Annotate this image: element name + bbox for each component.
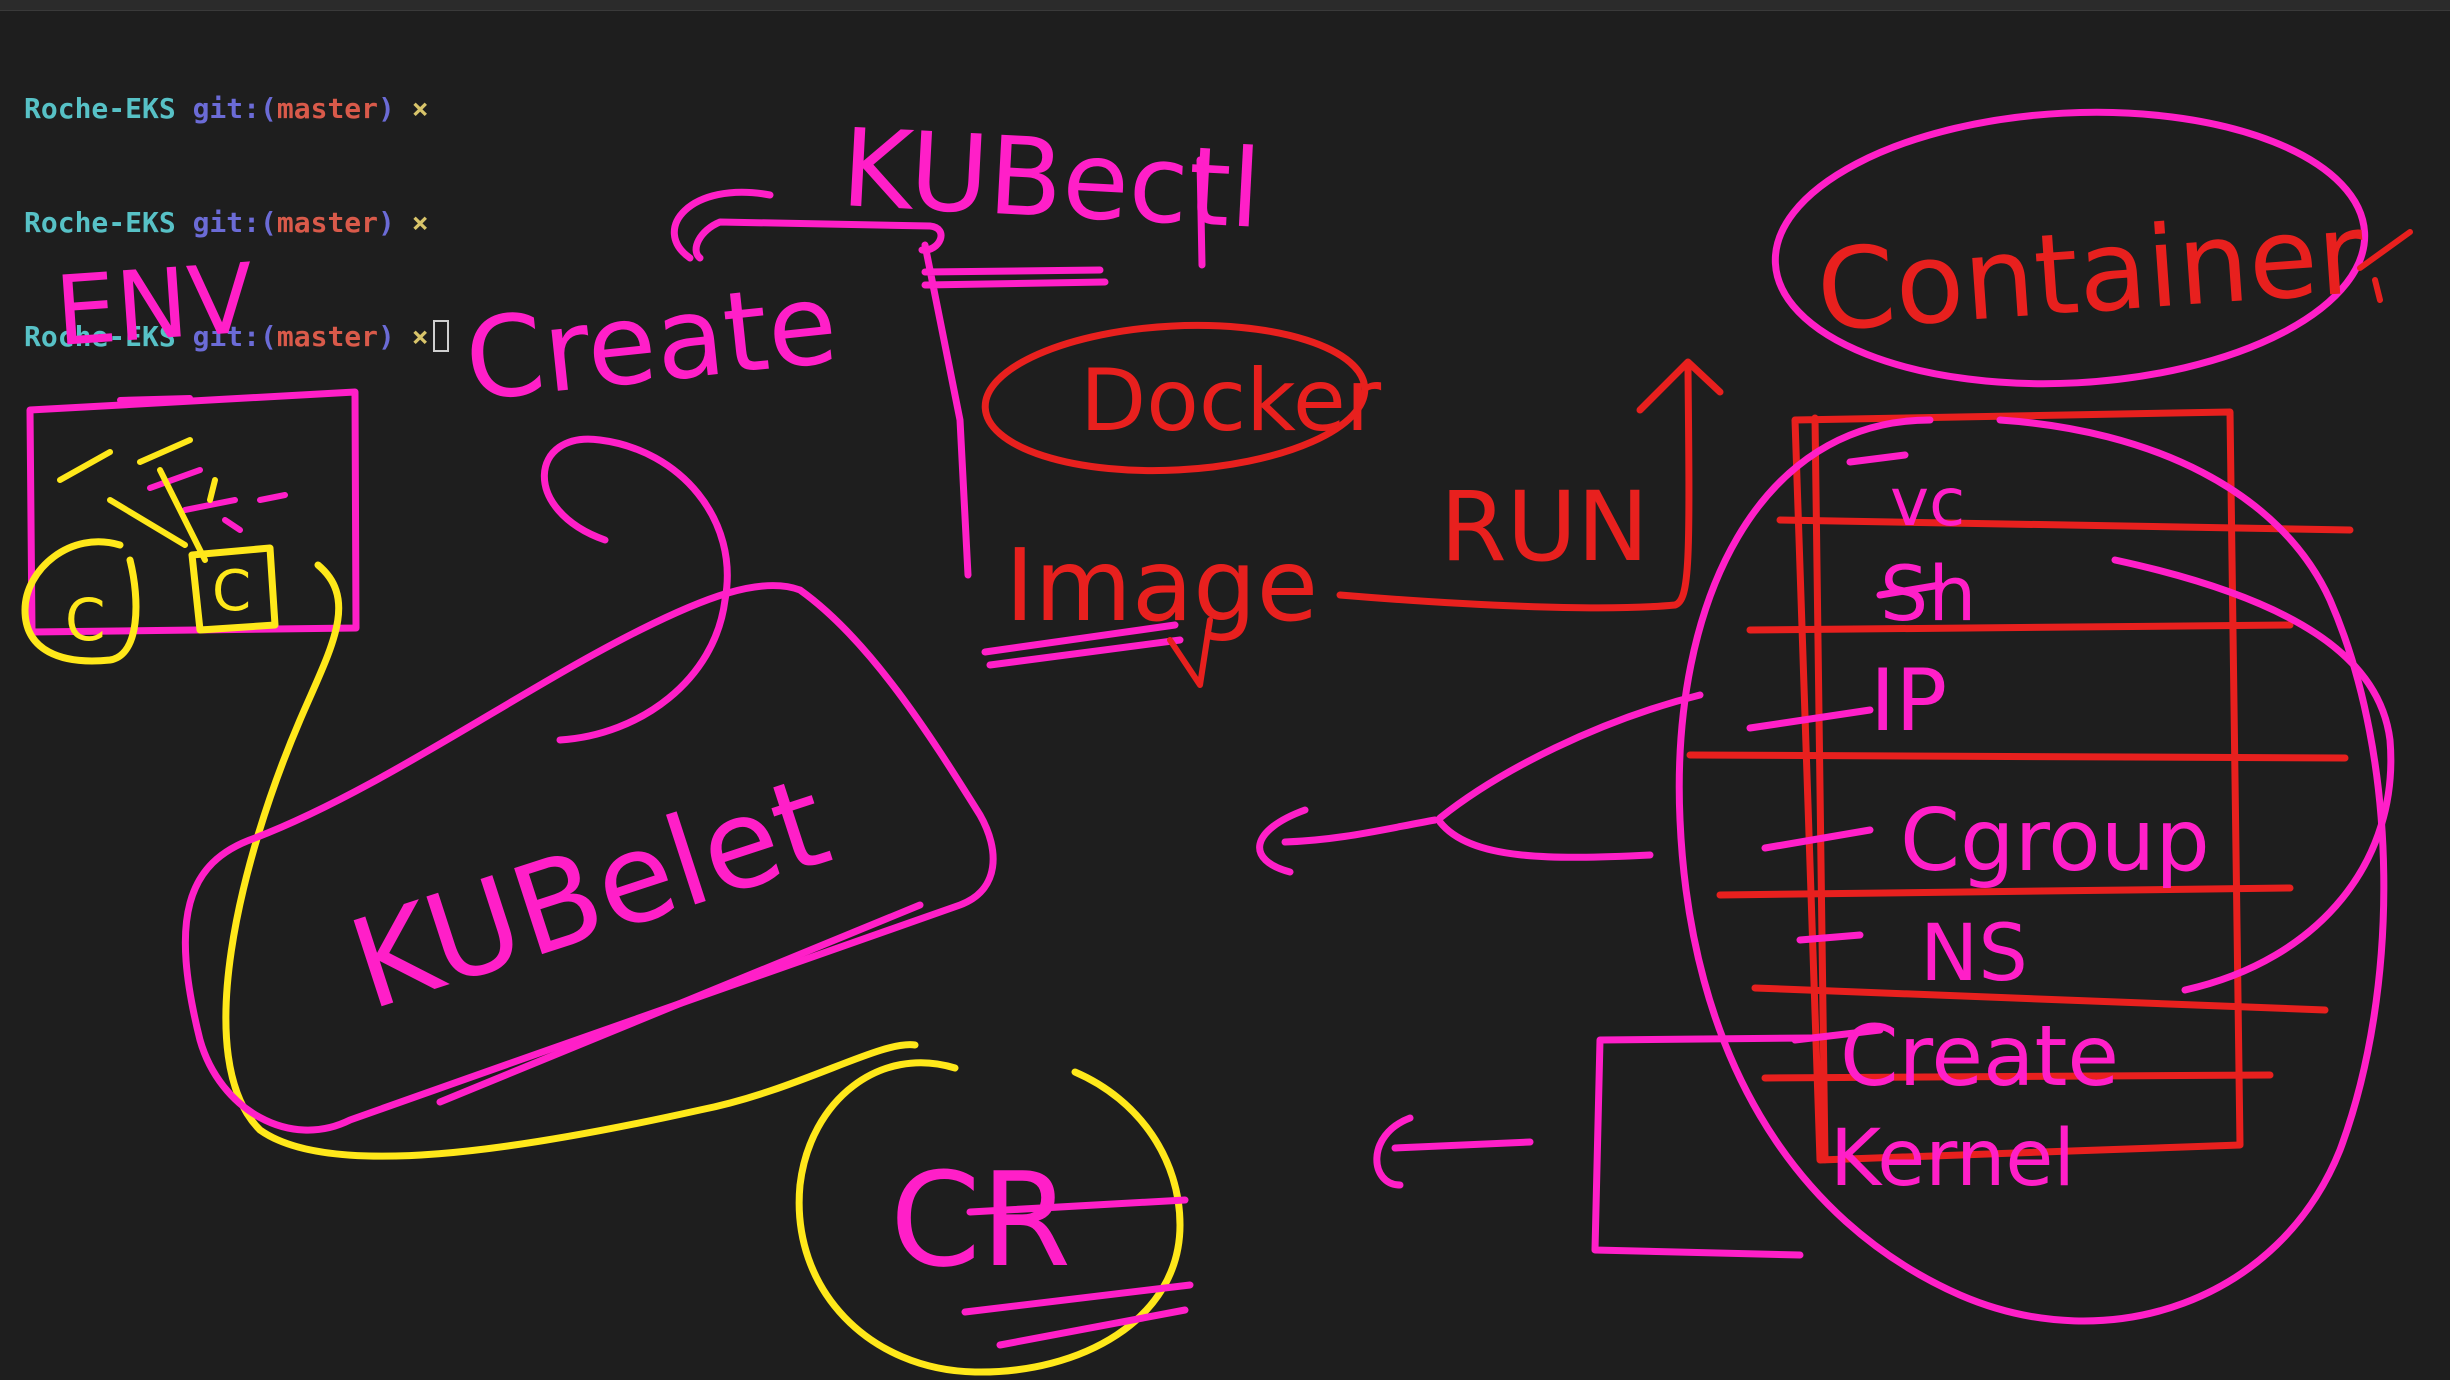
run-group: RUN xyxy=(1336,358,1724,612)
docker-group: Docker xyxy=(981,321,1382,475)
env-container-label-1: C xyxy=(65,586,106,654)
container-internals-stack: vc Sh IP Cgroup NS Create Kernel xyxy=(1591,408,2395,1325)
cr-group: CR xyxy=(795,1059,1194,1376)
kubectl-branch xyxy=(921,241,1109,579)
stack-label-vc: vc xyxy=(1890,464,1965,541)
kubelet-group: KUBelet xyxy=(181,582,997,1134)
stack-label-kernel: Kernel xyxy=(1830,1114,2075,1204)
stack-label-create: Create xyxy=(1840,1007,2119,1105)
annotation-overlay: ENV C C KUBectl Create Docker Image RUN … xyxy=(21,106,2413,1376)
stack-label-ip: IP xyxy=(1870,651,1947,751)
env-label: ENV xyxy=(52,242,257,368)
cr-label: CR xyxy=(890,1144,1071,1296)
left-arrow-bottom xyxy=(1373,1114,1534,1189)
container-group: Container xyxy=(1771,108,2413,388)
stack-label-ns: NS xyxy=(1920,909,2028,999)
env-group: ENV C C xyxy=(21,242,360,665)
kubelet-label: KUBelet xyxy=(335,750,845,1038)
kubectl-underline xyxy=(1196,156,1206,269)
docker-label: Docker xyxy=(1080,351,1382,451)
left-arrow-middle xyxy=(1256,691,1704,876)
env-container-label-2: C xyxy=(212,559,251,624)
create-top-label: Create xyxy=(459,259,843,427)
stack-label-sh: Sh xyxy=(1880,549,1976,638)
image-group: Image xyxy=(981,527,1318,688)
run-label: RUN xyxy=(1440,471,1649,583)
env-box-top-mark xyxy=(117,395,193,403)
stack-label-cgroup: Cgroup xyxy=(1900,791,2210,891)
terminal-window: Roche-EKS git:(master) × Roche-EKS git:(… xyxy=(0,0,2450,1380)
create-curl-arrow xyxy=(540,435,731,744)
